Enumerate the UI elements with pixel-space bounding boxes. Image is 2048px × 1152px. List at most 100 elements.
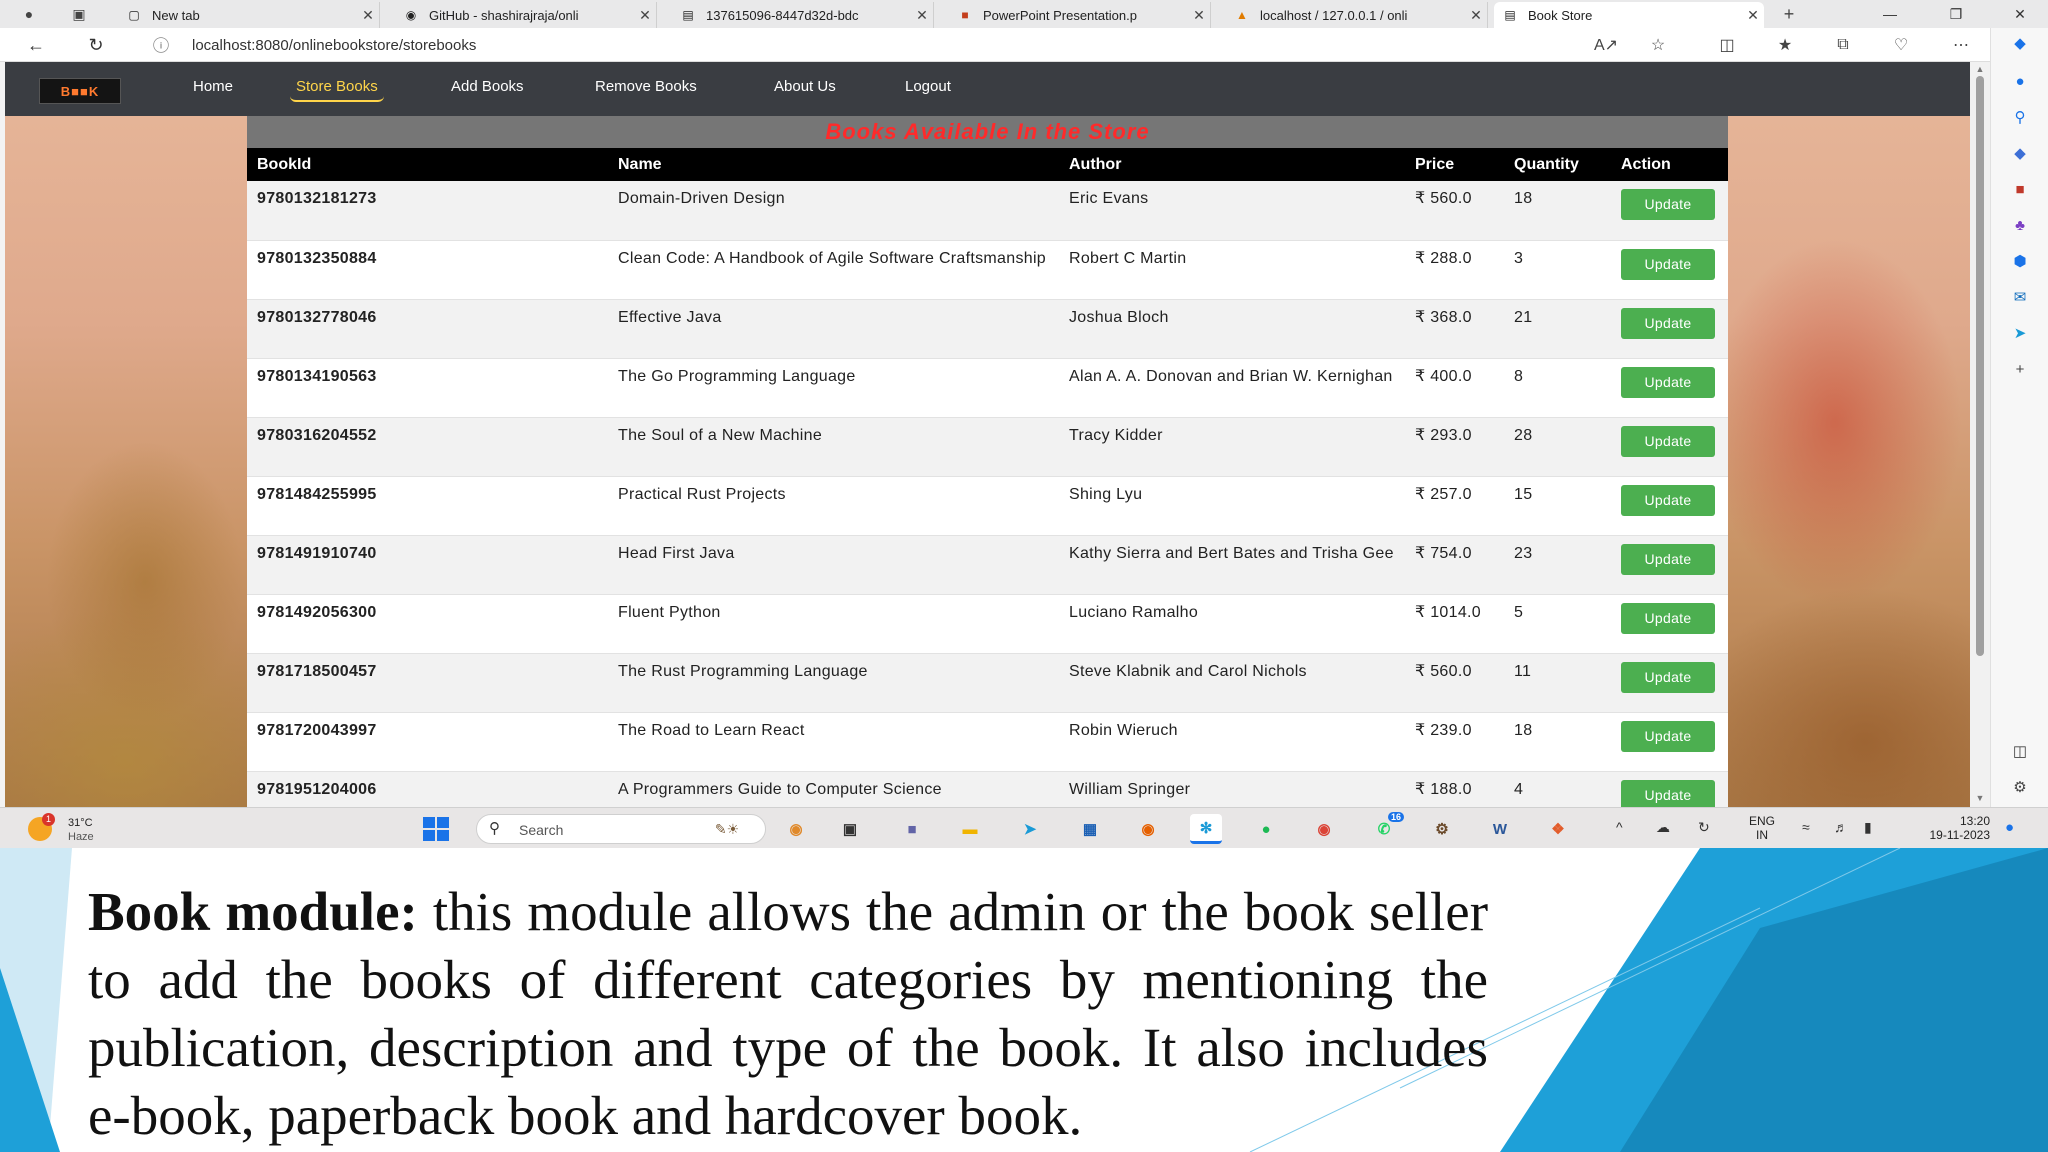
update-button[interactable]: Update bbox=[1621, 543, 1715, 575]
language-indicator[interactable]: ENG IN bbox=[1742, 814, 1782, 842]
taskbar-whatsapp-icon[interactable]: ✆ 16 bbox=[1368, 812, 1404, 844]
book-author-cell: Steve Klabnik and Carol Nichols bbox=[1059, 653, 1405, 713]
page-scrollbar[interactable]: ▲ ▼ bbox=[1970, 62, 1990, 807]
book-price-cell: ₹ 560.0 bbox=[1405, 181, 1504, 241]
add-sidebar-icon[interactable]: + bbox=[2009, 358, 2031, 380]
performance-icon[interactable]: ♡ bbox=[1888, 34, 1914, 56]
taskbar-file-explorer-icon[interactable]: ▬ bbox=[954, 814, 986, 844]
search-icon[interactable]: ⚲ bbox=[2009, 106, 2031, 128]
favorites-icon[interactable]: ★ bbox=[1772, 34, 1798, 56]
url-field[interactable]: i localhost:8080/onlinebookstore/storebo… bbox=[150, 32, 1620, 58]
tools-icon[interactable]: ■ bbox=[2009, 178, 2031, 200]
table-row: 9780132350884 Clean Code: A Handbook of A… bbox=[247, 240, 1728, 300]
tab-github[interactable]: ◉ GitHub - shashirajraja/onli ✕ bbox=[395, 2, 657, 28]
nav-remove-books-link[interactable]: Remove Books bbox=[595, 78, 697, 102]
update-button[interactable]: Update bbox=[1621, 602, 1715, 634]
update-button[interactable]: Update bbox=[1621, 366, 1715, 398]
update-button[interactable]: Update bbox=[1621, 661, 1715, 693]
update-button[interactable]: Update bbox=[1621, 720, 1715, 752]
notification-bell-icon[interactable]: ● bbox=[2009, 70, 2031, 92]
refresh-icon[interactable]: ↻ bbox=[82, 33, 110, 57]
close-icon[interactable]: ✕ bbox=[911, 7, 933, 24]
close-icon[interactable]: ✕ bbox=[1742, 7, 1764, 24]
update-button[interactable]: Update bbox=[1621, 484, 1715, 516]
drop-icon[interactable]: ➤ bbox=[2009, 322, 2031, 344]
taskbar-search[interactable]: ⚲ Search ✎☀ bbox=[476, 814, 766, 844]
nav-store-books-link[interactable]: Store Books bbox=[290, 78, 384, 102]
nav-about-us-link[interactable]: About Us bbox=[774, 78, 836, 102]
book-action-cell: Update bbox=[1611, 771, 1728, 807]
new-tab-plus-icon[interactable]: + bbox=[1778, 3, 1800, 25]
notification-bell-icon[interactable]: ● bbox=[2005, 819, 2014, 836]
update-button[interactable]: Update bbox=[1621, 307, 1715, 339]
update-button[interactable]: Update bbox=[1621, 779, 1715, 807]
window-close-icon[interactable]: ✕ bbox=[1996, 0, 2044, 28]
tray-sync-icon[interactable]: ↻ bbox=[1698, 819, 1710, 836]
weather-widget[interactable]: 1 31°C Haze bbox=[28, 813, 118, 845]
favorite-star-icon[interactable]: ☆ bbox=[1645, 34, 1671, 56]
nav-add-books-link[interactable]: Add Books bbox=[451, 78, 524, 102]
site-info-icon[interactable]: i bbox=[153, 37, 169, 53]
tab-new-tab[interactable]: ▢ New tab ✕ bbox=[118, 2, 380, 28]
taskbar-teams-icon[interactable]: ■ bbox=[896, 814, 928, 844]
table-header-row: BookId Name Author Price Quantity Action bbox=[247, 148, 1728, 181]
shopping-icon[interactable]: ◆ bbox=[2009, 142, 2031, 164]
nav-logout-link[interactable]: Logout bbox=[905, 78, 951, 102]
outlook-icon[interactable]: ✉ bbox=[2009, 286, 2031, 308]
taskbar-firefox-icon[interactable]: ◉ bbox=[1132, 814, 1164, 844]
taskbar-paint-icon[interactable]: ◉ bbox=[780, 814, 812, 844]
collections-icon[interactable]: ⧉ bbox=[1830, 34, 1856, 56]
tab-actions-icon[interactable]: ▣ bbox=[68, 3, 90, 25]
nav-home-link[interactable]: Home bbox=[193, 78, 233, 102]
volume-icon[interactable]: ♬ bbox=[1834, 819, 1848, 835]
restore-icon[interactable]: ❐ bbox=[1932, 0, 1980, 28]
wifi-icon[interactable]: ≈ bbox=[1802, 819, 1810, 835]
url-text[interactable]: localhost:8080/onlinebookstore/storebook… bbox=[192, 37, 476, 54]
close-icon[interactable]: ✕ bbox=[1465, 7, 1487, 24]
battery-icon[interactable]: ▮ bbox=[1864, 819, 1872, 836]
site-logo[interactable]: B■■K bbox=[39, 78, 121, 104]
taskbar-terminal-icon[interactable]: ▣ bbox=[834, 814, 866, 844]
taskbar-word-icon[interactable]: W bbox=[1484, 814, 1516, 844]
close-icon[interactable]: ✕ bbox=[1188, 7, 1210, 24]
tray-overflow-chevron-icon[interactable]: ^ bbox=[1616, 819, 1623, 835]
book-quantity-cell: 5 bbox=[1504, 594, 1611, 654]
book-quantity-cell: 4 bbox=[1504, 771, 1611, 807]
slide-body-text: Book module: this module allows the admi… bbox=[88, 878, 1488, 1150]
windows-start-icon[interactable] bbox=[423, 817, 451, 841]
taskbar-edge-icon[interactable]: ✻ bbox=[1190, 814, 1222, 844]
weather-badge: 1 bbox=[42, 813, 55, 826]
update-button[interactable]: Update bbox=[1621, 425, 1715, 457]
system-clock[interactable]: 13:20 19-11-2023 bbox=[1900, 814, 1991, 842]
split-screen-icon[interactable]: ◫ bbox=[1714, 34, 1740, 56]
close-icon[interactable]: ✕ bbox=[357, 7, 379, 24]
hide-sidebar-icon[interactable]: ◫ bbox=[2009, 740, 2031, 762]
scroll-up-arrow-icon[interactable]: ▲ bbox=[1974, 64, 1986, 74]
update-button[interactable]: Update bbox=[1621, 248, 1715, 280]
taskbar-chrome-icon[interactable]: ◉ bbox=[1308, 814, 1340, 844]
minimize-icon[interactable]: — bbox=[1866, 0, 1914, 28]
microsoft365-icon[interactable]: ⬢ bbox=[2009, 250, 2031, 272]
back-arrow-icon[interactable]: ← bbox=[22, 33, 50, 57]
more-menu-icon[interactable]: ⋯ bbox=[1948, 34, 1974, 56]
taskbar-vscode-icon[interactable]: ➤ bbox=[1014, 814, 1046, 844]
taskbar-xampp-icon[interactable]: ❖ bbox=[1542, 814, 1574, 844]
taskbar-spotify-icon[interactable]: ● bbox=[1250, 814, 1282, 844]
tab-book-store[interactable]: ▤ Book Store ✕ bbox=[1494, 2, 1764, 28]
tab-phpmyadmin[interactable]: ▲ localhost / 127.0.0.1 / onli ✕ bbox=[1226, 2, 1488, 28]
scroll-thumb[interactable] bbox=[1976, 76, 1984, 656]
taskbar-store-icon[interactable]: ▦ bbox=[1074, 814, 1106, 844]
scroll-down-arrow-icon[interactable]: ▼ bbox=[1974, 793, 1986, 803]
taskbar-app-icon[interactable]: ⚙ bbox=[1426, 814, 1458, 844]
profile-icon[interactable]: ● bbox=[18, 3, 40, 25]
tab-powerpoint[interactable]: ■ PowerPoint Presentation.p ✕ bbox=[949, 2, 1211, 28]
sidebar-settings-gear-icon[interactable]: ⚙ bbox=[2009, 776, 2031, 798]
tab-document[interactable]: ▤ 137615096-8447d32d-bdc ✕ bbox=[672, 2, 934, 28]
table-row: 9781718500457 The Rust Programming Langua… bbox=[247, 653, 1728, 713]
close-icon[interactable]: ✕ bbox=[634, 7, 656, 24]
copilot-icon[interactable]: ◆ bbox=[2009, 32, 2031, 54]
tray-cloud-icon[interactable]: ☁ bbox=[1656, 819, 1670, 836]
update-button[interactable]: Update bbox=[1621, 189, 1715, 220]
read-aloud-icon[interactable]: A↗ bbox=[1593, 34, 1619, 56]
games-icon[interactable]: ♣ bbox=[2009, 214, 2031, 236]
